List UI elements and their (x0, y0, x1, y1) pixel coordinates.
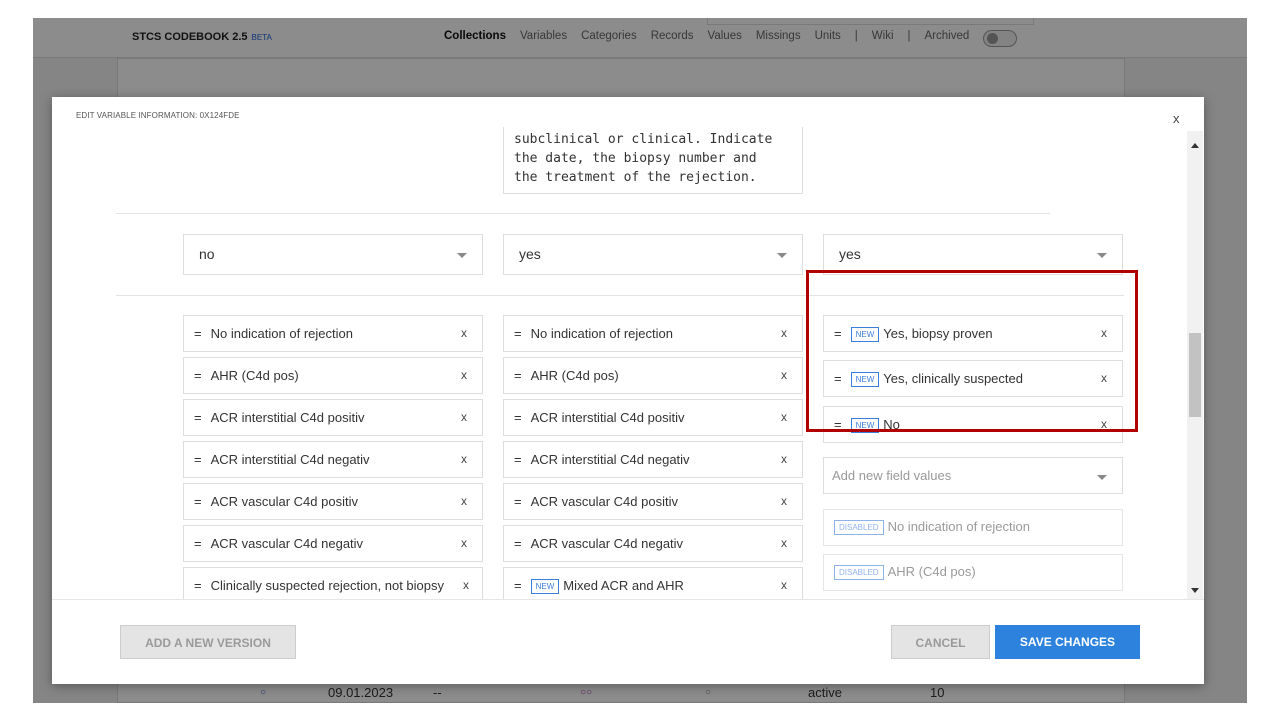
field-value-item: = No indication of rejection x (183, 315, 483, 352)
field-value-item: = ACR interstitial C4d negativ x (183, 441, 483, 478)
scrollbar[interactable] (1187, 131, 1203, 599)
equals-icon: = (514, 494, 522, 509)
description-textarea[interactable]: subclinical or clinical. Indicate the da… (503, 127, 803, 194)
field-value-item-disabled: DISABLED AHR (C4d pos) (823, 554, 1123, 591)
equals-icon: = (514, 368, 522, 383)
remove-icon[interactable]: x (461, 536, 467, 550)
chevron-down-icon (1097, 253, 1107, 258)
save-changes-button[interactable]: SAVE CHANGES (995, 625, 1140, 659)
remove-icon[interactable]: x (461, 452, 467, 466)
add-field-placeholder: Add new field values (832, 468, 952, 483)
footer-divider (52, 599, 1204, 600)
select-value: yes (519, 246, 541, 262)
field-value-label: ACR vascular C4d negativ (210, 536, 364, 551)
remove-icon[interactable]: x (781, 536, 787, 550)
equals-icon: = (194, 578, 202, 593)
field-value-label: ACR interstitial C4d positiv (210, 410, 365, 425)
remove-icon[interactable]: x (781, 368, 787, 382)
remove-icon[interactable]: x (461, 368, 467, 382)
remove-icon[interactable]: x (781, 326, 787, 340)
remove-icon[interactable]: x (781, 452, 787, 466)
disabled-badge: DISABLED (834, 520, 884, 535)
edit-variable-modal: EDIT VARIABLE INFORMATION: 0X124FDE x su… (52, 97, 1204, 684)
version-select-1[interactable]: no (183, 234, 483, 275)
equals-icon: = (194, 368, 202, 383)
add-field-values-select[interactable]: Add new field values (823, 457, 1123, 494)
field-value-label: No indication of rejection (530, 326, 673, 341)
remove-icon[interactable]: x (461, 410, 467, 424)
equals-icon: = (514, 536, 522, 551)
scroll-up-icon[interactable] (1191, 143, 1199, 148)
chevron-down-icon (777, 253, 787, 258)
field-value-item-disabled: DISABLED No indication of rejection (823, 509, 1123, 546)
modal-title: EDIT VARIABLE INFORMATION: 0X124FDE (76, 111, 240, 120)
field-value-item: = NEW Mixed ACR and AHR x (503, 567, 803, 599)
equals-icon: = (194, 326, 202, 341)
new-badge: NEW (530, 579, 560, 594)
equals-icon: = (194, 494, 202, 509)
field-value-item: = ACR vascular C4d negativ x (183, 525, 483, 562)
select-value: yes (839, 246, 861, 262)
equals-icon: = (514, 578, 522, 593)
select-value: no (199, 246, 215, 262)
close-icon[interactable]: x (1173, 111, 1180, 126)
field-value-item: = No indication of rejection x (503, 315, 803, 352)
field-value-label: AHR (C4d pos) (530, 368, 619, 383)
chevron-down-icon (1097, 475, 1107, 480)
field-value-item: = Clinically suspected rejection, not bio… (183, 567, 483, 599)
scroll-down-icon[interactable] (1191, 588, 1199, 593)
field-value-item: = ACR vascular C4d negativ x (503, 525, 803, 562)
remove-icon[interactable]: x (461, 326, 467, 340)
field-value-item: = AHR (C4d pos) x (183, 357, 483, 394)
field-value-label: ACR interstitial C4d negativ (210, 452, 370, 467)
equals-icon: = (514, 326, 522, 341)
remove-icon[interactable]: x (781, 410, 787, 424)
app-window: STCS CODEBOOK 2.5 BETA Collections Variab… (33, 18, 1247, 703)
equals-icon: = (194, 410, 202, 425)
field-value-label: ACR interstitial C4d negativ (530, 452, 690, 467)
field-value-item: = ACR vascular C4d positiv x (183, 483, 483, 520)
add-new-version-button[interactable]: ADD A NEW VERSION (120, 625, 296, 659)
remove-icon[interactable]: x (461, 494, 467, 508)
field-value-item: = ACR interstitial C4d positiv x (183, 399, 483, 436)
scroll-thumb[interactable] (1189, 333, 1201, 417)
field-value-label: Clinically suspected rejection, not biop… (210, 578, 444, 593)
field-value-label: No indication of rejection (210, 326, 353, 341)
divider (116, 213, 1050, 214)
field-value-label: ACR vascular C4d positiv (530, 494, 678, 509)
field-value-item: = AHR (C4d pos) x (503, 357, 803, 394)
cancel-button[interactable]: CANCEL (891, 625, 990, 659)
field-value-label: AHR (C4d pos) (210, 368, 299, 383)
equals-icon: = (194, 536, 202, 551)
field-value-label: ACR vascular C4d positiv (210, 494, 358, 509)
remove-icon[interactable]: x (460, 578, 469, 592)
disabled-badge: DISABLED (834, 565, 884, 580)
version-select-2[interactable]: yes (503, 234, 803, 275)
field-value-item: = ACR interstitial C4d negativ x (503, 441, 803, 478)
equals-icon: = (514, 410, 522, 425)
remove-icon[interactable]: x (781, 494, 787, 508)
highlight-box (806, 270, 1138, 432)
field-value-item: = ACR interstitial C4d positiv x (503, 399, 803, 436)
equals-icon: = (514, 452, 522, 467)
field-value-label: AHR (C4d pos) (887, 564, 976, 579)
equals-icon: = (194, 452, 202, 467)
remove-icon[interactable]: x (781, 578, 787, 592)
field-value-label: Mixed ACR and AHR (563, 578, 684, 593)
field-value-item: = ACR vascular C4d positiv x (503, 483, 803, 520)
chevron-down-icon (457, 253, 467, 258)
field-value-label: No indication of rejection (887, 519, 1030, 534)
field-value-label: ACR vascular C4d negativ (530, 536, 684, 551)
field-value-label: ACR interstitial C4d positiv (530, 410, 685, 425)
version-select-3[interactable]: yes (823, 234, 1123, 275)
